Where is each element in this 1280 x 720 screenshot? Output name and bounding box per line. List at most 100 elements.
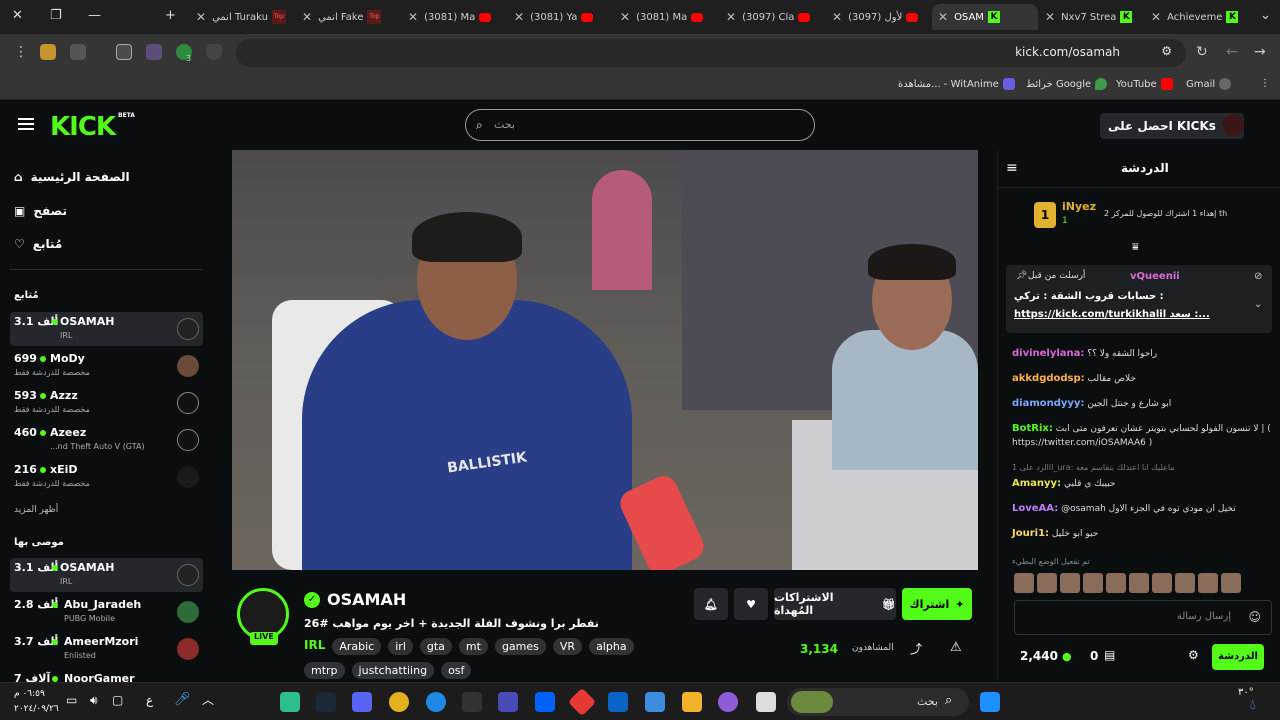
gift-username[interactable]: iNyez	[1062, 200, 1096, 213]
show-more-link[interactable]: أظهر المزيد	[14, 505, 58, 515]
store-icon[interactable]	[645, 692, 665, 712]
emote[interactable]	[1152, 573, 1172, 593]
browser-tab[interactable]: ✕ انمي Turaku Top	[190, 4, 295, 30]
taskbar-search[interactable]: بحث ⌕	[787, 688, 969, 716]
browser-tab[interactable]: ✕ (3081) Ma	[402, 4, 507, 30]
tag[interactable]: games	[494, 638, 546, 655]
tag[interactable]: mtrp	[304, 662, 345, 679]
video-player[interactable]: BALLISTIK	[232, 150, 978, 570]
restore-window-icon[interactable]: ❐	[50, 8, 62, 23]
channel-item[interactable]: 460 Azeez ...nd Theft Auto V (GTA)	[10, 423, 203, 457]
system-clock[interactable]: ٠٦:٥٩ م ٢٠٢٤/٠٩/٢٦	[14, 687, 59, 717]
emote[interactable]	[1037, 573, 1057, 593]
volume-icon[interactable]: 🔊︎	[90, 693, 98, 708]
steam-icon[interactable]	[316, 692, 336, 712]
epic-games-icon[interactable]	[462, 692, 482, 712]
close-tab-icon[interactable]: ✕	[1045, 10, 1055, 24]
close-tab-icon[interactable]: ✕	[726, 10, 736, 24]
emoji-icon[interactable]: ☺	[1248, 610, 1261, 624]
tag[interactable]: justchattiing	[351, 662, 435, 679]
new-tab-icon[interactable]: +	[165, 8, 176, 23]
browser-tab[interactable]: ✕ (3081) Ma	[614, 4, 719, 30]
report-warning-icon[interactable]: ⚠	[950, 640, 962, 655]
browser-tab[interactable]: ✕ (3097) لأول	[826, 4, 931, 30]
extension-icon[interactable]	[40, 44, 56, 60]
channel-item[interactable]: 699 MoDy مخصصة للدردشة فقط	[10, 349, 203, 383]
edge-icon[interactable]	[426, 692, 446, 712]
reload-icon[interactable]: ↻	[1196, 44, 1208, 60]
channel-item[interactable]: 3.1 ألف OSAMAH IRL	[10, 558, 203, 592]
browser-tab[interactable]: ✕ (3081) Ya	[508, 4, 613, 30]
channel-item[interactable]: 3.7 ألف AmeerMzori Enlisted	[10, 632, 203, 666]
emote[interactable]	[1198, 573, 1218, 593]
chrome-icon[interactable]	[389, 692, 409, 712]
channel-item[interactable]: 3.1 ألف OSAMAH IRL	[10, 312, 203, 346]
close-tab-icon[interactable]: ✕	[620, 10, 630, 24]
nav-home[interactable]: ⌂ الصفحة الرئيسية	[14, 170, 130, 184]
hamburger-menu-icon[interactable]	[18, 118, 34, 130]
browser-tab[interactable]: ✕ Achieveme K	[1145, 4, 1250, 30]
browser-tab-active[interactable]: ✕ OSAM K	[932, 4, 1038, 30]
discord-icon[interactable]	[352, 692, 372, 712]
bookmark-witanime[interactable]: مشاهدة... - WitAnime	[898, 78, 1015, 90]
input-language[interactable]: ع	[146, 693, 153, 707]
url-bar[interactable]: kick.com/osamah ⚙	[236, 39, 1186, 67]
tag[interactable]: VR	[552, 638, 583, 655]
app-icon[interactable]	[498, 692, 518, 712]
streamer-name[interactable]: OSAMAH	[327, 590, 406, 609]
channel-item[interactable]: 2.8 ألف Abu_Jaradeh PUBG Mobile	[10, 595, 203, 629]
close-window-icon[interactable]: ✕	[12, 8, 23, 23]
network-icon[interactable]: ▢	[112, 693, 123, 707]
chat-settings-gear-icon[interactable]: ⚙	[1188, 648, 1199, 662]
share-icon[interactable]: ⤴	[910, 640, 922, 657]
bookmark-maps[interactable]: خرائط Google	[1026, 78, 1108, 90]
weather-icon[interactable]: 💧︎	[1250, 697, 1256, 713]
tag[interactable]: Arabic	[332, 638, 382, 655]
microphone-icon[interactable]: 🎤︎	[174, 692, 191, 707]
category-link[interactable]: IRL	[304, 638, 325, 655]
close-tab-icon[interactable]: ✕	[408, 10, 418, 24]
close-tab-icon[interactable]: ✕	[196, 10, 206, 24]
notification-bell-button[interactable]: 🔔︎	[694, 588, 728, 620]
emote[interactable]	[1106, 573, 1126, 593]
emote[interactable]	[1129, 573, 1149, 593]
extension-icon[interactable]	[146, 44, 162, 60]
app-icon[interactable]	[567, 687, 597, 717]
dropbox-icon[interactable]	[535, 692, 555, 712]
emote[interactable]	[1083, 573, 1103, 593]
app-icon[interactable]	[280, 692, 300, 712]
channel-item[interactable]: 593 Azzz مخصصة للدردشة فقط	[10, 386, 203, 420]
expand-chevron-icon[interactable]: ⌄	[1254, 299, 1262, 310]
minimize-window-icon[interactable]: —	[88, 8, 101, 23]
app-icon[interactable]	[756, 692, 776, 712]
tag[interactable]: irl	[388, 638, 413, 655]
site-settings-icon[interactable]: ⚙	[1161, 44, 1172, 58]
close-tab-icon[interactable]: ✕	[514, 10, 524, 24]
copilot-icon[interactable]	[718, 692, 738, 712]
gift-subs-button[interactable]: الاشتراكات المُهداة 🎁︎	[774, 588, 896, 620]
unpin-icon[interactable]: ⊘	[1254, 271, 1262, 282]
send-chat-button[interactable]: الدردشة	[1212, 644, 1264, 670]
browser-tab[interactable]: ✕ انمي Fake Top	[296, 4, 401, 30]
file-explorer-icon[interactable]	[682, 692, 702, 712]
filter-icon[interactable]: ⩸	[1132, 240, 1139, 254]
emote[interactable]	[1221, 573, 1241, 593]
tag[interactable]: mt	[458, 638, 488, 655]
extension-icon[interactable]	[70, 44, 86, 60]
menu-dots-icon[interactable]: ⋮	[14, 44, 28, 60]
close-tab-icon[interactable]: ✕	[832, 10, 842, 24]
close-tab-icon[interactable]: ✕	[938, 10, 948, 24]
bookmarks-overflow-icon[interactable]: ⋮	[1260, 78, 1270, 89]
bookmark-gmail[interactable]: Gmail	[1186, 78, 1232, 90]
kicks-icon[interactable]: ▤	[1104, 648, 1115, 662]
nav-following[interactable]: ♡ مُتابع	[14, 237, 62, 251]
close-tab-icon[interactable]: ✕	[302, 10, 312, 24]
channel-item[interactable]: 216 xEiD مخصصة للدردشة فقط	[10, 460, 203, 494]
back-icon[interactable]: →	[1254, 44, 1266, 60]
browser-tab[interactable]: ✕ Nxv7 Strea K	[1039, 4, 1144, 30]
forward-icon[interactable]: ←	[1226, 44, 1238, 60]
windows-start-icon[interactable]	[980, 692, 1000, 712]
collapse-chat-icon[interactable]: ≡	[1006, 160, 1018, 176]
shield-icon[interactable]	[206, 44, 222, 60]
emote[interactable]	[1014, 573, 1034, 593]
